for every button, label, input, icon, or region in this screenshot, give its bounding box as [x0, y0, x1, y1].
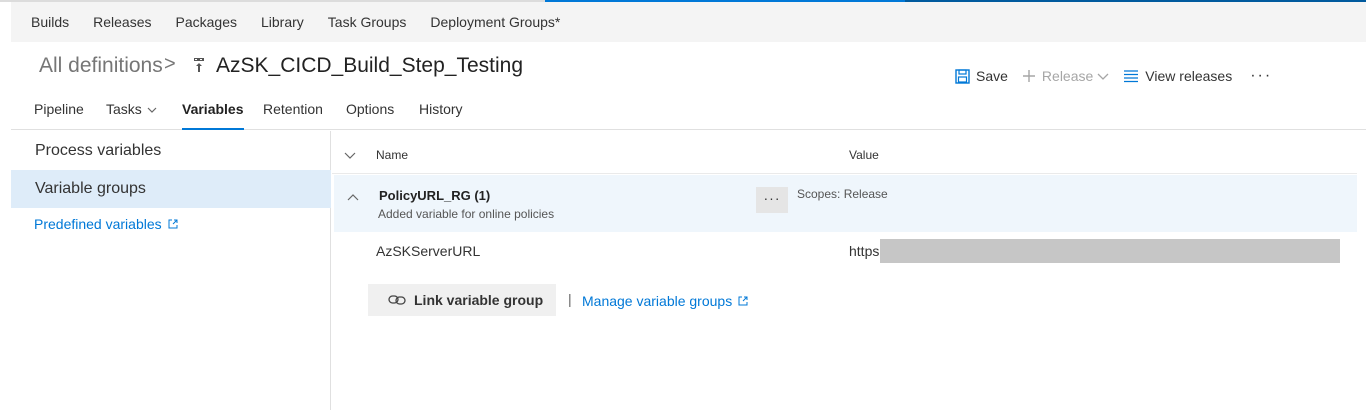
manage-variable-groups-label: Manage variable groups [582, 293, 733, 309]
breadcrumb-separator: > [164, 53, 176, 75]
column-headers: Name Value [332, 148, 1357, 174]
nav-process-variables[interactable]: Process variables [11, 132, 331, 170]
manage-variable-groups-link[interactable]: Manage variable groups [582, 293, 748, 309]
view-releases-button[interactable]: View releases [1123, 68, 1232, 84]
tab-pipeline[interactable]: Pipeline [34, 101, 84, 117]
hub-packages[interactable]: Packages [176, 14, 237, 30]
tab-variables[interactable]: Variables [182, 101, 244, 130]
chevron-down-icon [147, 107, 157, 113]
redacted-value-block [880, 239, 1340, 263]
variable-groups-panel: Name Value PolicyURL_RG (1) Added variab… [332, 131, 1366, 410]
build-definition-icon [191, 57, 207, 73]
tab-tasks[interactable]: Tasks [106, 101, 157, 117]
nav-process-variables-label: Process variables [35, 142, 162, 159]
variable-row: AzSKServerURL https [332, 232, 1357, 270]
variable-value: https [849, 243, 880, 259]
chevron-up-icon[interactable] [347, 193, 359, 203]
more-actions-button[interactable]: ··· [1250, 67, 1272, 85]
tab-history[interactable]: History [419, 101, 463, 117]
release-button[interactable]: Release [1022, 68, 1109, 84]
release-label: Release [1041, 68, 1094, 84]
tab-retention[interactable]: Retention [263, 101, 323, 117]
link-variable-group-label: Link variable group [414, 292, 544, 308]
column-value-header: Value [849, 148, 879, 162]
collapse-all-icon[interactable] [344, 151, 356, 161]
nav-variable-groups-label: Variable groups [35, 180, 146, 197]
save-icon [955, 68, 970, 84]
predefined-variables-link[interactable]: Predefined variables [34, 216, 178, 232]
title-bar: All definitions > AzSK_CICD_Build_Step_T… [11, 42, 1366, 92]
hub-library[interactable]: Library [261, 14, 304, 30]
variables-nav-pane: Process variables Variable groups Predef… [11, 131, 331, 410]
link-icon [388, 295, 406, 305]
predefined-variables-label: Predefined variables [34, 216, 162, 232]
variable-group-description: Added variable for online policies [378, 207, 555, 221]
variable-group-name: PolicyURL_RG (1) [379, 188, 491, 203]
page-title: AzSK_CICD_Build_Step_Testing [216, 54, 524, 77]
separator: | [568, 291, 572, 307]
plus-icon [1022, 70, 1035, 82]
hub-releases[interactable]: Releases [93, 14, 151, 30]
column-name-header: Name [376, 148, 409, 162]
chevron-down-icon [1097, 73, 1109, 80]
group-more-button[interactable]: ··· [756, 187, 788, 213]
link-variable-group-button[interactable]: Link variable group [368, 284, 556, 316]
list-icon [1124, 70, 1139, 83]
breadcrumb-all-definitions[interactable]: All definitions [39, 54, 163, 78]
hub-navigation: Builds Releases Packages Library Task Gr… [11, 2, 1366, 42]
hub-deployment-groups[interactable]: Deployment Groups* [430, 14, 560, 30]
definition-tabs: Pipeline Tasks Variables Retention Optio… [11, 92, 1366, 130]
view-releases-label: View releases [1145, 68, 1233, 84]
tab-tasks-label: Tasks [106, 101, 142, 117]
external-link-icon [168, 219, 178, 229]
nav-variable-groups[interactable]: Variable groups [11, 170, 331, 208]
save-button[interactable]: Save [955, 68, 1008, 84]
tab-options[interactable]: Options [346, 101, 394, 117]
variable-group-scope: Scopes: Release [797, 187, 888, 201]
hub-builds[interactable]: Builds [31, 14, 69, 30]
variable-group-row[interactable]: PolicyURL_RG (1) Added variable for onli… [334, 175, 1357, 232]
external-link-icon [738, 296, 748, 306]
save-label: Save [976, 68, 1008, 84]
toolbar-actions: Save Release View releases ··· [955, 66, 1272, 86]
hub-task-groups[interactable]: Task Groups [328, 14, 407, 30]
variable-name: AzSKServerURL [376, 243, 481, 259]
